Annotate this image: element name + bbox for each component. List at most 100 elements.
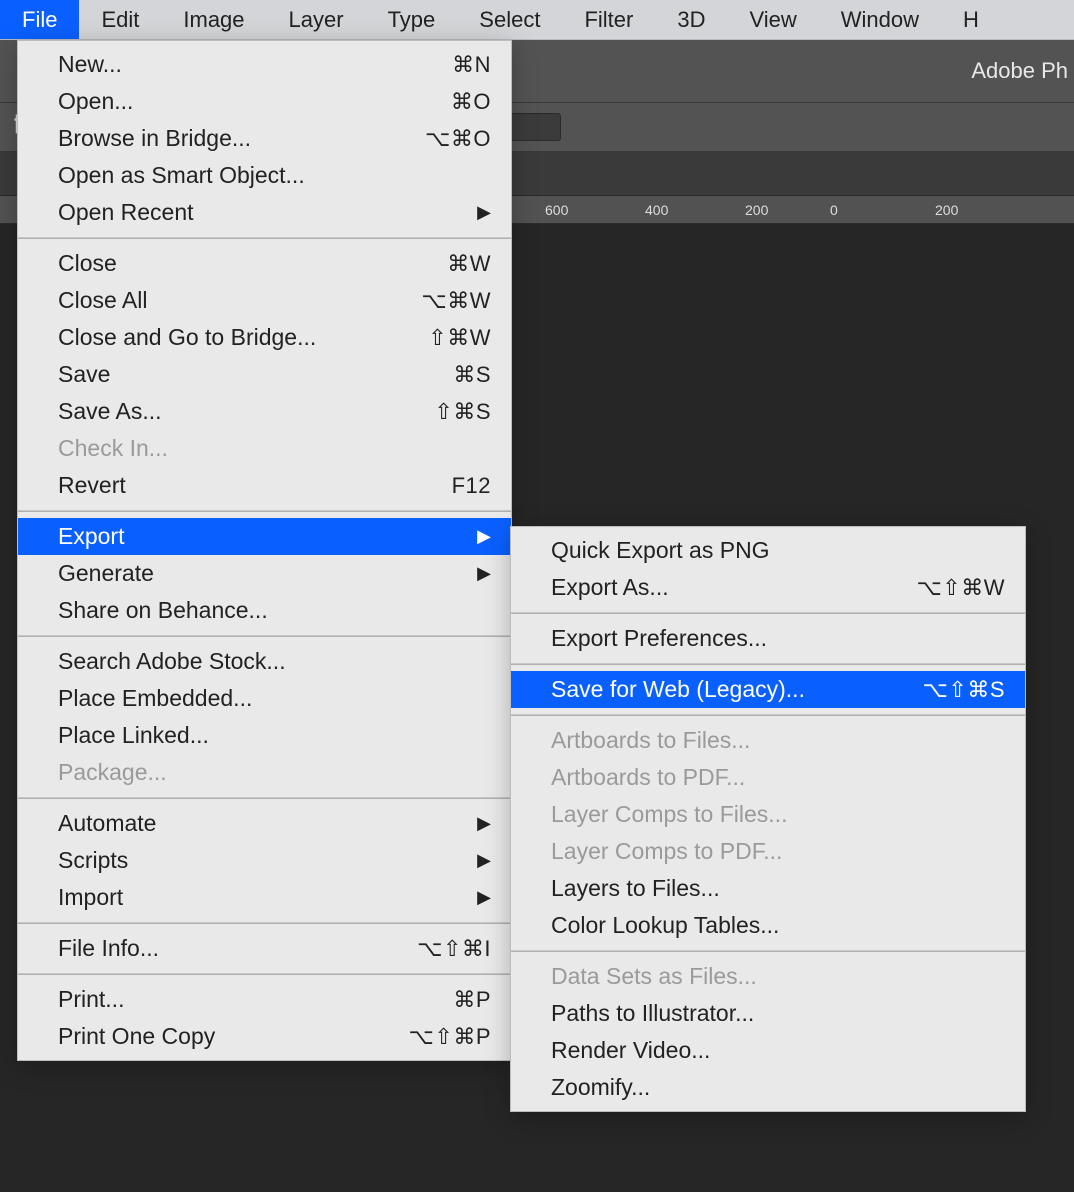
export-menu-item-layers-to-files[interactable]: Layers to Files... bbox=[511, 870, 1025, 907]
export-menu-item-artboards-to-pdf: Artboards to PDF... bbox=[511, 759, 1025, 796]
ruler-tick: 400 bbox=[645, 202, 668, 218]
submenu-arrow-icon: ▶ bbox=[457, 887, 491, 908]
menu-item-label: Generate bbox=[58, 560, 154, 587]
file-menu-item-close[interactable]: Close⌘W bbox=[18, 245, 511, 282]
menu-item-label: Data Sets as Files... bbox=[551, 963, 757, 990]
ruler-tick: 600 bbox=[545, 202, 568, 218]
menu-separator bbox=[18, 635, 511, 637]
menu-item-label: Package... bbox=[58, 759, 167, 786]
file-menu-item-close-and-go-to-bridge[interactable]: Close and Go to Bridge... ⇧⌘W bbox=[18, 319, 511, 356]
export-menu-item-paths-to-illustrator[interactable]: Paths to Illustrator... bbox=[511, 995, 1025, 1032]
menubar-item-h[interactable]: H bbox=[941, 0, 1001, 39]
menu-item-shortcut: ⇧⌘S bbox=[414, 399, 491, 425]
file-menu-item-automate[interactable]: Automate▶ bbox=[18, 805, 511, 842]
menu-item-label: Browse in Bridge... bbox=[58, 125, 251, 152]
menu-item-label: Print... bbox=[58, 986, 124, 1013]
menu-item-shortcut: ⌘S bbox=[433, 362, 491, 388]
menubar-item-layer[interactable]: Layer bbox=[267, 0, 366, 39]
file-menu-item-new[interactable]: New...⌘N bbox=[18, 46, 511, 83]
ruler-tick: 0 bbox=[830, 202, 838, 218]
menu-item-label: Import bbox=[58, 884, 123, 911]
file-menu-item-save[interactable]: Save ⌘S bbox=[18, 356, 511, 393]
menu-item-label: Artboards to Files... bbox=[551, 727, 750, 754]
submenu-arrow-icon: ▶ bbox=[457, 526, 491, 547]
menu-item-label: Artboards to PDF... bbox=[551, 764, 745, 791]
menu-item-label: Save bbox=[58, 361, 110, 388]
menu-separator bbox=[18, 237, 511, 239]
file-menu-item-search-adobe-stock[interactable]: Search Adobe Stock... bbox=[18, 643, 511, 680]
menu-item-label: Close All bbox=[58, 287, 147, 314]
file-menu-item-open-recent[interactable]: Open Recent▶ bbox=[18, 194, 511, 231]
file-menu-item-share-on-behance[interactable]: Share on Behance... bbox=[18, 592, 511, 629]
menu-item-label: Place Embedded... bbox=[58, 685, 252, 712]
menubar-item-select[interactable]: Select bbox=[457, 0, 562, 39]
submenu-arrow-icon: ▶ bbox=[457, 813, 491, 834]
file-menu-item-save-as[interactable]: Save As... ⇧⌘S bbox=[18, 393, 511, 430]
menu-item-shortcut: ⌘N bbox=[432, 52, 491, 78]
menubar: FileEditImageLayerTypeSelectFilter3DView… bbox=[0, 0, 1074, 40]
file-menu-item-place-linked[interactable]: Place Linked... bbox=[18, 717, 511, 754]
file-menu-item-place-embedded[interactable]: Place Embedded... bbox=[18, 680, 511, 717]
file-menu-item-export[interactable]: Export ▶ bbox=[18, 518, 511, 555]
menu-item-shortcut: ⌘P bbox=[433, 987, 491, 1013]
file-menu-item-open-as-smart-object[interactable]: Open as Smart Object... bbox=[18, 157, 511, 194]
menu-item-label: Layer Comps to Files... bbox=[551, 801, 787, 828]
menubar-item-view[interactable]: View bbox=[727, 0, 818, 39]
menu-item-label: Export bbox=[58, 523, 124, 550]
export-menu-item-export-as[interactable]: Export As... ⌥⇧⌘W bbox=[511, 569, 1025, 606]
menu-separator bbox=[18, 510, 511, 512]
menu-item-label: Search Adobe Stock... bbox=[58, 648, 286, 675]
menu-separator bbox=[511, 714, 1025, 716]
export-menu-item-export-preferences[interactable]: Export Preferences... bbox=[511, 620, 1025, 657]
menu-item-label: Paths to Illustrator... bbox=[551, 1000, 754, 1027]
file-menu-item-check-in: Check In... bbox=[18, 430, 511, 467]
menu-item-label: Save As... bbox=[58, 398, 162, 425]
menu-item-label: Color Lookup Tables... bbox=[551, 912, 779, 939]
menu-item-label: Render Video... bbox=[551, 1037, 710, 1064]
file-menu-item-close-all[interactable]: Close All⌥⌘W bbox=[18, 282, 511, 319]
app-title: Adobe Ph bbox=[971, 58, 1068, 84]
menu-item-shortcut: ⇧⌘W bbox=[408, 325, 491, 351]
menu-item-label: Layers to Files... bbox=[551, 875, 720, 902]
file-menu-item-open[interactable]: Open...⌘O bbox=[18, 83, 511, 120]
menubar-item-edit[interactable]: Edit bbox=[79, 0, 161, 39]
menu-item-label: Export As... bbox=[551, 574, 669, 601]
file-menu-item-print-one-copy[interactable]: Print One Copy⌥⇧⌘P bbox=[18, 1018, 511, 1055]
menu-item-label: Print One Copy bbox=[58, 1023, 215, 1050]
export-menu-item-zoomify[interactable]: Zoomify... bbox=[511, 1069, 1025, 1106]
menu-separator bbox=[18, 973, 511, 975]
file-menu-item-browse-in-bridge[interactable]: Browse in Bridge... ⌥⌘O bbox=[18, 120, 511, 157]
export-menu-item-color-lookup-tables[interactable]: Color Lookup Tables... bbox=[511, 907, 1025, 944]
export-submenu: Quick Export as PNGExport As...⌥⇧⌘WExpor… bbox=[510, 526, 1026, 1112]
file-menu-item-import[interactable]: Import ▶ bbox=[18, 879, 511, 916]
menu-item-label: Close and Go to Bridge... bbox=[58, 324, 316, 351]
export-menu-item-save-for-web-legacy[interactable]: Save for Web (Legacy)...⌥⇧⌘S bbox=[511, 671, 1025, 708]
file-menu-item-package: Package... bbox=[18, 754, 511, 791]
menubar-item-image[interactable]: Image bbox=[161, 0, 266, 39]
menubar-item-type[interactable]: Type bbox=[366, 0, 458, 39]
file-menu-item-scripts[interactable]: Scripts▶ bbox=[18, 842, 511, 879]
menubar-item-file[interactable]: File bbox=[0, 0, 79, 39]
file-menu-item-generate[interactable]: Generate▶ bbox=[18, 555, 511, 592]
menu-item-shortcut: ⌥⇧⌘W bbox=[896, 575, 1005, 601]
file-menu-item-file-info[interactable]: File Info...⌥⇧⌘I bbox=[18, 930, 511, 967]
menubar-item-filter[interactable]: Filter bbox=[562, 0, 655, 39]
export-menu-item-layer-comps-to-pdf: Layer Comps to PDF... bbox=[511, 833, 1025, 870]
menu-item-label: Open as Smart Object... bbox=[58, 162, 305, 189]
menu-separator bbox=[18, 922, 511, 924]
menu-item-shortcut: ⌥⌘O bbox=[405, 126, 491, 152]
file-menu-item-revert[interactable]: RevertF12 bbox=[18, 467, 511, 504]
menu-item-label: Zoomify... bbox=[551, 1074, 650, 1101]
file-menu-item-print[interactable]: Print... ⌘P bbox=[18, 981, 511, 1018]
export-menu-item-render-video[interactable]: Render Video... bbox=[511, 1032, 1025, 1069]
menu-item-label: Share on Behance... bbox=[58, 597, 268, 624]
menubar-item-3d[interactable]: 3D bbox=[655, 0, 727, 39]
menu-item-shortcut: ⌥⇧⌘S bbox=[903, 677, 1005, 703]
menu-separator bbox=[511, 612, 1025, 614]
menu-separator bbox=[511, 663, 1025, 665]
menubar-item-window[interactable]: Window bbox=[819, 0, 941, 39]
export-menu-item-layer-comps-to-files: Layer Comps to Files... bbox=[511, 796, 1025, 833]
menu-separator bbox=[511, 950, 1025, 952]
submenu-arrow-icon: ▶ bbox=[457, 850, 491, 871]
export-menu-item-quick-export-as-png[interactable]: Quick Export as PNG bbox=[511, 532, 1025, 569]
